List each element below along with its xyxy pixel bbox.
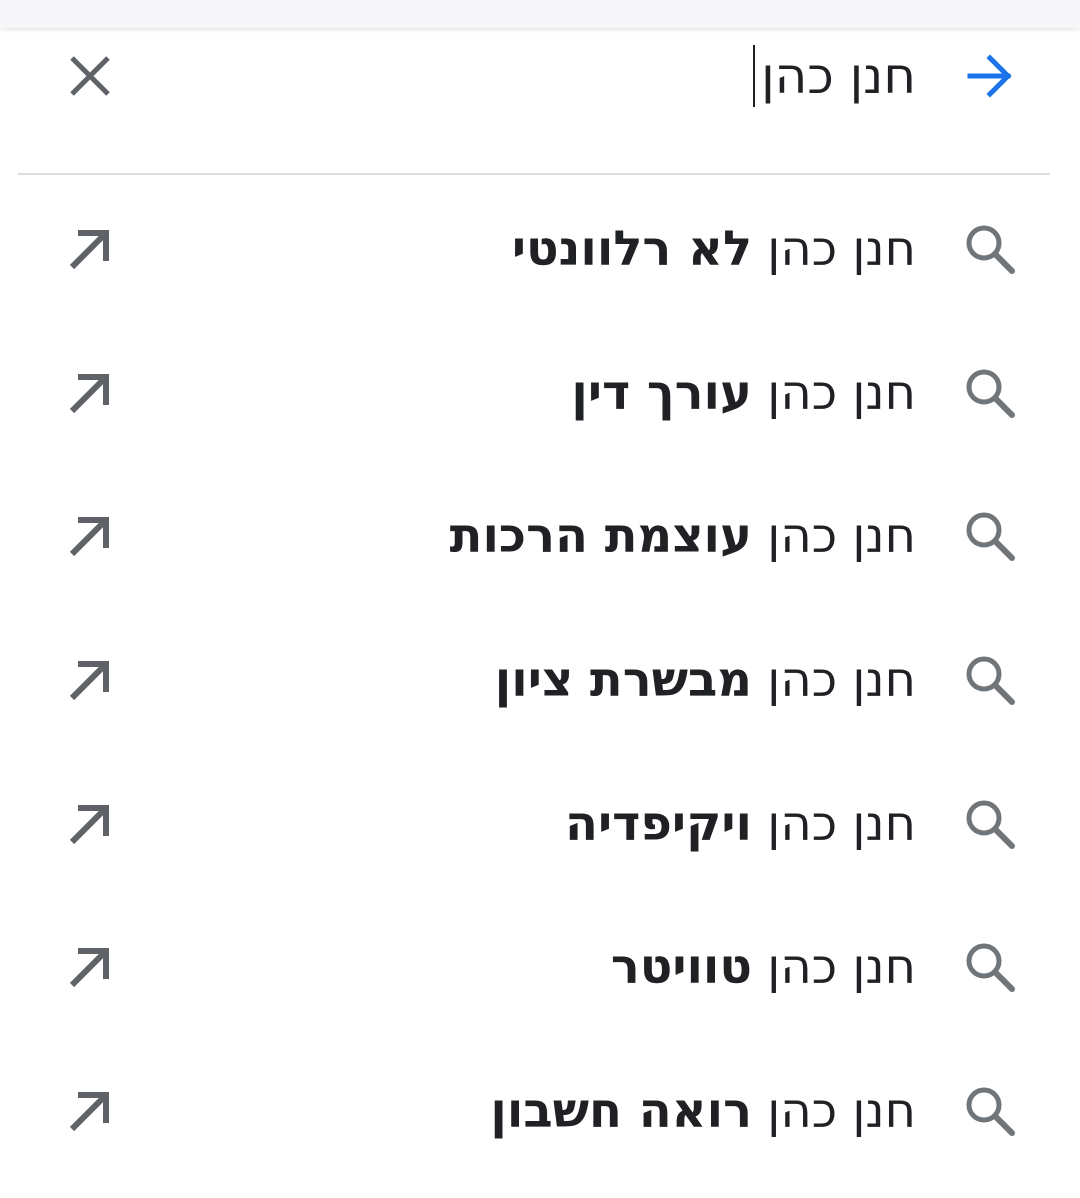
suggestion-prefix: חנן כהן <box>767 364 916 421</box>
search-bar <box>0 28 1080 173</box>
arrow-right-icon <box>967 54 1012 98</box>
clear-button[interactable] <box>58 44 122 108</box>
arrow-up-left-icon[interactable] <box>58 504 122 568</box>
suggestion-text: חנן כהן מבשרת ציון <box>495 644 916 716</box>
suggestion-prefix: חנן כהן <box>767 1083 916 1140</box>
suggestion-completion: טוויטר <box>610 939 752 996</box>
suggestion-text: חנן כהן ויקיפדיה <box>565 788 916 860</box>
search-icon <box>966 656 1015 706</box>
search-icon <box>966 1087 1015 1137</box>
search-icon <box>966 369 1015 418</box>
arrow-up-left-icon[interactable] <box>58 792 122 856</box>
search-icon <box>966 225 1015 274</box>
search-icon <box>966 800 1015 849</box>
suggestion-completion: עוצמת הרכות <box>449 508 752 565</box>
suggestion-prefix: חנן כהן <box>767 508 916 565</box>
suggestion-item[interactable]: חנן כהן מבשרת ציון <box>0 606 1080 750</box>
search-input-text: חנן כהן <box>761 47 916 105</box>
suggestion-item[interactable]: חנן כהן טוויטר <box>0 893 1080 1037</box>
suggestion-prefix: חנן כהן <box>767 939 916 996</box>
suggestion-text: חנן כהן לא רלוונטי <box>512 213 916 285</box>
search-input[interactable]: חנן כהן <box>753 44 916 108</box>
suggestion-completion: רואה חשבון <box>490 1083 752 1140</box>
search-icon <box>966 943 1015 993</box>
suggestion-item[interactable]: חנן כהן לא רלוונטי <box>0 175 1080 319</box>
search-icon <box>966 512 1015 562</box>
suggestion-completion: ויקיפדיה <box>565 795 752 852</box>
arrow-up-left-icon[interactable] <box>58 1079 122 1143</box>
suggestion-text: חנן כהן טוויטר <box>611 931 916 1003</box>
suggestion-prefix: חנן כהן <box>767 652 916 709</box>
suggestion-completion: עורך דין <box>571 364 752 421</box>
suggestion-text: חנן כהן עורך דין <box>571 357 916 429</box>
suggestion-prefix: חנן כהן <box>767 795 916 852</box>
close-icon <box>70 56 110 96</box>
suggestion-completion: מבשרת ציון <box>494 652 752 709</box>
go-button[interactable] <box>958 44 1022 108</box>
suggestion-item[interactable]: חנן כהן ויקיפדיה <box>0 750 1080 894</box>
suggestion-completion: לא רלוונטי <box>511 221 752 277</box>
arrow-up-left-icon[interactable] <box>58 217 122 281</box>
suggestion-list: חנן כהן לא רלוונטי חנן כהן עורך דין חנן … <box>0 175 1080 1181</box>
suggestion-text: חנן כהן עוצמת הרכות <box>450 500 916 572</box>
arrow-up-left-icon[interactable] <box>58 935 122 999</box>
suggestion-item[interactable]: חנן כהן עורך דין <box>0 319 1080 463</box>
arrow-up-left-icon[interactable] <box>58 648 122 712</box>
top-bar <box>0 0 1080 28</box>
suggestion-prefix: חנן כהן <box>767 221 916 277</box>
arrow-up-left-icon[interactable] <box>58 361 122 425</box>
suggestion-item[interactable]: חנן כהן רואה חשבון <box>0 1037 1080 1181</box>
text-caret <box>753 45 756 107</box>
suggestion-text: חנן כהן רואה חשבון <box>490 1075 916 1147</box>
suggestion-item[interactable]: חנן כהן עוצמת הרכות <box>0 462 1080 606</box>
